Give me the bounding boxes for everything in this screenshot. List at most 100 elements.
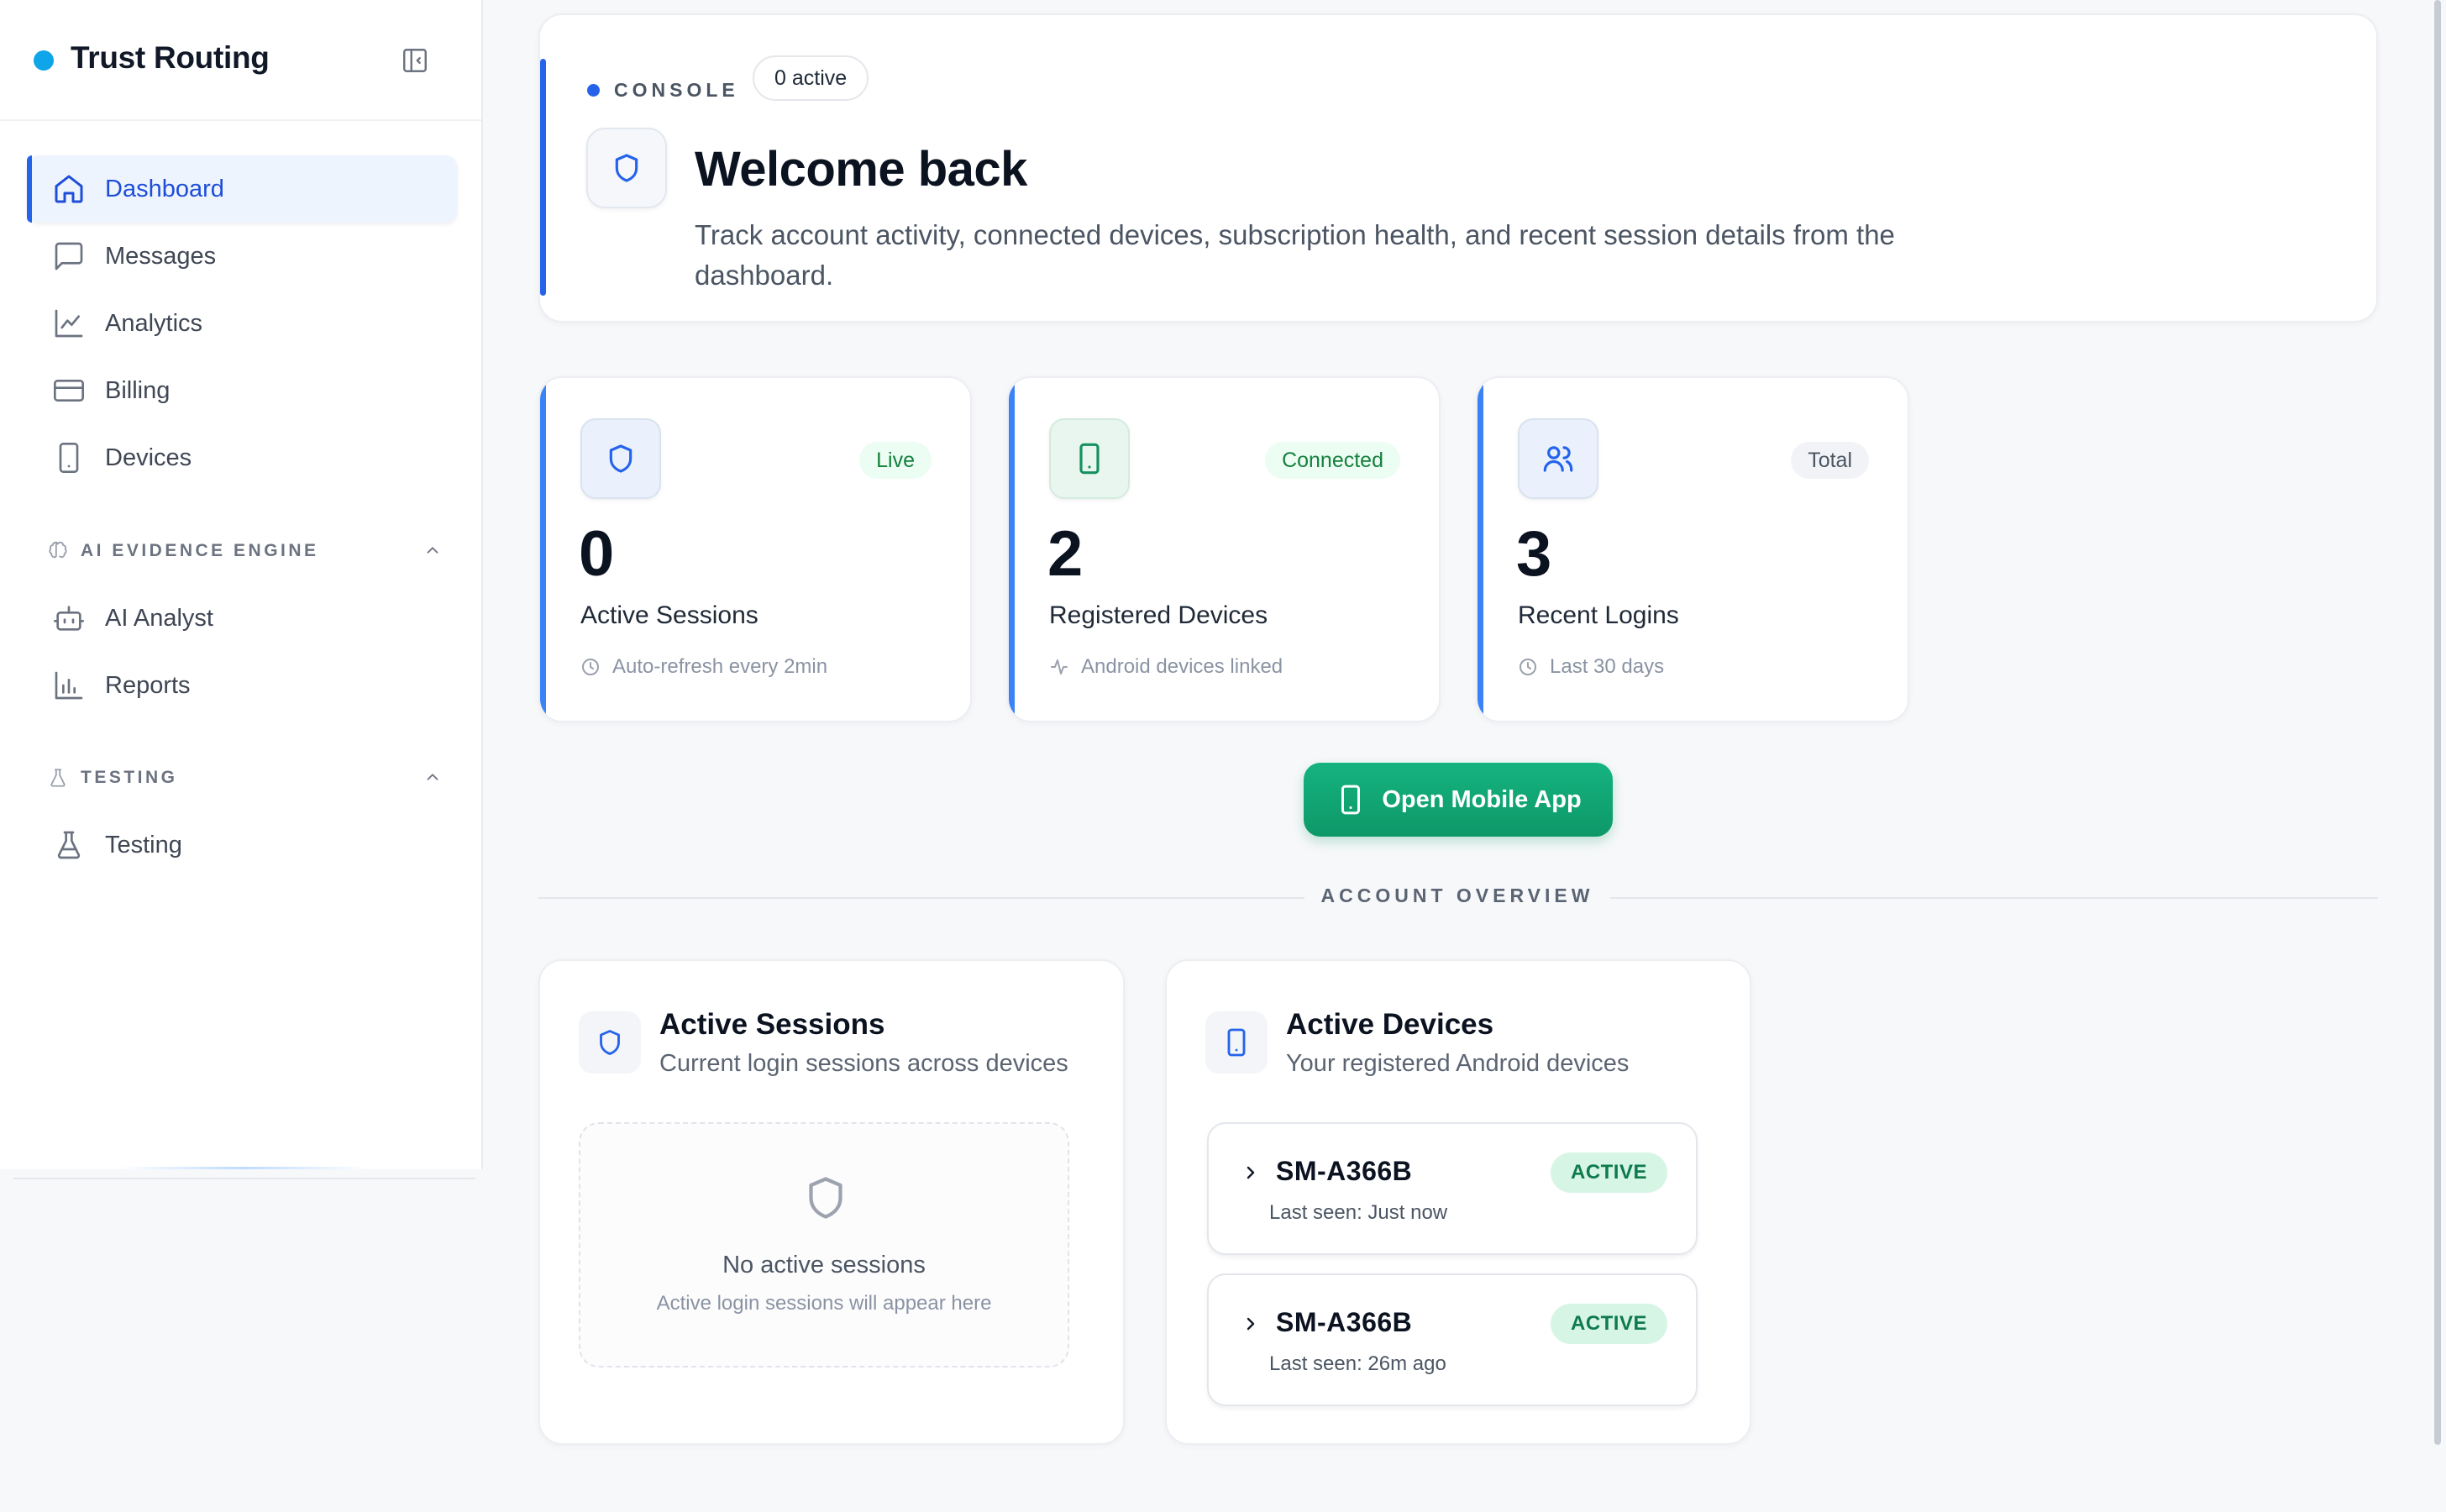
panel-subtitle: Current login sessions across devices xyxy=(659,1050,1068,1077)
stat-icon-tile xyxy=(1049,418,1130,499)
flask-icon xyxy=(57,831,81,859)
status-badge: Live xyxy=(859,442,932,479)
sidebar-item-dashboard[interactable]: Dashboard xyxy=(27,155,457,223)
shield-icon xyxy=(600,1030,620,1055)
stat-subtext-label: Android devices linked xyxy=(1081,655,1283,678)
section-label: AI EVIDENCE ENGINE xyxy=(81,541,319,560)
section-divider-left xyxy=(538,897,1304,899)
stat-card-registered-devices: Connected 2 Registered Devices Android d… xyxy=(1007,376,1441,722)
stat-subtext: Android devices linked xyxy=(1049,655,1283,679)
sidebar-item-messages[interactable]: Messages xyxy=(27,223,457,290)
sidebar-item-ai-analyst[interactable]: AI Analyst xyxy=(27,585,457,652)
device-last-seen: Last seen: Just now xyxy=(1269,1201,1448,1224)
stat-label: Registered Devices xyxy=(1049,601,1268,629)
shield-icon xyxy=(809,1177,842,1219)
status-badge: Total xyxy=(1791,442,1869,479)
phone-icon xyxy=(59,443,79,473)
chevron-up-icon xyxy=(427,774,438,780)
bot-icon xyxy=(53,606,84,631)
message-icon xyxy=(55,242,83,270)
page-description: Track account activity, connected device… xyxy=(695,219,1895,291)
stat-accent-bar xyxy=(1009,378,1015,721)
sidebar-item-label: Dashboard xyxy=(105,175,224,202)
empty-state-title: No active sessions xyxy=(722,1252,926,1278)
status-badge: ACTIVE xyxy=(1550,1152,1667,1193)
activity-icon xyxy=(1051,659,1068,675)
console-label: CONSOLE xyxy=(614,79,739,101)
stat-accent-bar xyxy=(1478,378,1483,721)
active-sessions-panel: Active Sessions Current login sessions a… xyxy=(538,959,1125,1445)
welcome-card: CONSOLE 0 active Welcome back Track acco… xyxy=(538,13,2378,323)
sidebar-item-label: Billing xyxy=(105,376,171,404)
sidebar-item-devices[interactable]: Devices xyxy=(27,424,457,491)
status-badge: ACTIVE xyxy=(1550,1304,1667,1344)
stat-subtext-label: Last 30 days xyxy=(1550,655,1665,678)
sidebar: Trust Routing Dashboard Messages Analyti… xyxy=(0,0,483,1169)
status-badge: Connected xyxy=(1265,442,1400,479)
device-row[interactable]: SM-A366B Last seen: Just now ACTIVE xyxy=(1207,1122,1698,1255)
home-icon xyxy=(55,175,83,203)
device-row[interactable]: SM-A366B Last seen: 26m ago ACTIVE xyxy=(1207,1273,1698,1406)
chart-line-icon xyxy=(55,309,83,338)
section-label: TESTING xyxy=(81,768,178,787)
stat-icon-tile xyxy=(580,418,661,499)
section-divider-right xyxy=(1610,897,2378,899)
sidebar-item-analytics[interactable]: Analytics xyxy=(27,290,457,357)
stat-accent-bar xyxy=(540,378,546,721)
brand-name: Trust Routing xyxy=(71,40,270,75)
stat-card-active-sessions: Live 0 Active Sessions Auto-refresh ever… xyxy=(538,376,972,722)
sidebar-item-testing[interactable]: Testing xyxy=(27,811,457,879)
phone-icon xyxy=(1341,785,1361,815)
active-devices-panel: Active Devices Your registered Android d… xyxy=(1165,959,1751,1445)
panel-icon-tile xyxy=(579,1011,641,1074)
sidebar-item-reports[interactable]: Reports xyxy=(27,652,457,719)
panel-title: Active Sessions xyxy=(659,1008,885,1041)
collapse-sidebar-button[interactable] xyxy=(398,44,432,77)
sidebar-item-label: Devices xyxy=(105,444,192,471)
shield-icon xyxy=(609,444,632,473)
brain-icon xyxy=(49,541,67,559)
sidebar-item-label: Messages xyxy=(105,242,217,270)
empty-state-subtitle: Active login sessions will appear here xyxy=(656,1292,992,1315)
clock-icon xyxy=(1520,659,1536,675)
stat-label: Active Sessions xyxy=(580,601,758,629)
section-ai-evidence-engine[interactable]: AI EVIDENCE ENGINE xyxy=(47,534,442,568)
bar-chart-icon xyxy=(55,671,83,700)
shield-icon xyxy=(615,154,638,182)
open-mobile-app-button[interactable]: Open Mobile App xyxy=(1304,763,1613,837)
sidebar-item-billing[interactable]: Billing xyxy=(27,357,457,424)
phone-icon xyxy=(1227,1028,1246,1057)
panel-subtitle: Your registered Android devices xyxy=(1286,1050,1630,1077)
panel-icon-tile xyxy=(1205,1011,1268,1074)
chevron-right-icon xyxy=(1247,1166,1255,1179)
chevron-up-icon xyxy=(427,547,438,554)
active-count-pill: 0 active xyxy=(753,55,869,101)
stat-value: 2 xyxy=(1047,518,1084,590)
stat-icon-tile xyxy=(1518,418,1598,499)
open-mobile-app-label: Open Mobile App xyxy=(1382,785,1582,813)
brand-header: Trust Routing xyxy=(0,0,481,121)
chevron-right-icon xyxy=(1247,1317,1255,1331)
stat-subtext: Auto-refresh every 2min xyxy=(580,655,827,679)
device-last-seen: Last seen: 26m ago xyxy=(1269,1352,1446,1375)
section-testing[interactable]: TESTING xyxy=(47,761,442,795)
device-name: SM-A366B xyxy=(1276,1156,1413,1186)
credit-card-icon xyxy=(53,380,84,402)
stat-label: Recent Logins xyxy=(1518,601,1679,629)
section-divider-label: ACCOUNT OVERVIEW xyxy=(1320,885,1594,906)
flask-icon xyxy=(50,769,66,787)
page-scrollbar[interactable] xyxy=(2434,0,2441,1445)
sidebar-collapse-icon xyxy=(403,49,427,72)
users-icon xyxy=(1543,446,1573,472)
panel-title: Active Devices xyxy=(1286,1008,1494,1041)
clock-icon xyxy=(582,659,599,675)
phone-icon xyxy=(1079,443,1100,475)
stat-card-recent-logins: Total 3 Recent Logins Last 30 days xyxy=(1476,376,1909,722)
sidebar-item-label: AI Analyst xyxy=(105,604,213,632)
welcome-shield-tile xyxy=(586,128,667,208)
stat-value: 3 xyxy=(1516,518,1552,590)
sidebar-bottom-accent xyxy=(118,1167,370,1169)
empty-state: No active sessions Active login sessions… xyxy=(579,1122,1069,1368)
stat-subtext-label: Auto-refresh every 2min xyxy=(612,655,828,678)
welcome-accent-bar xyxy=(540,59,546,296)
